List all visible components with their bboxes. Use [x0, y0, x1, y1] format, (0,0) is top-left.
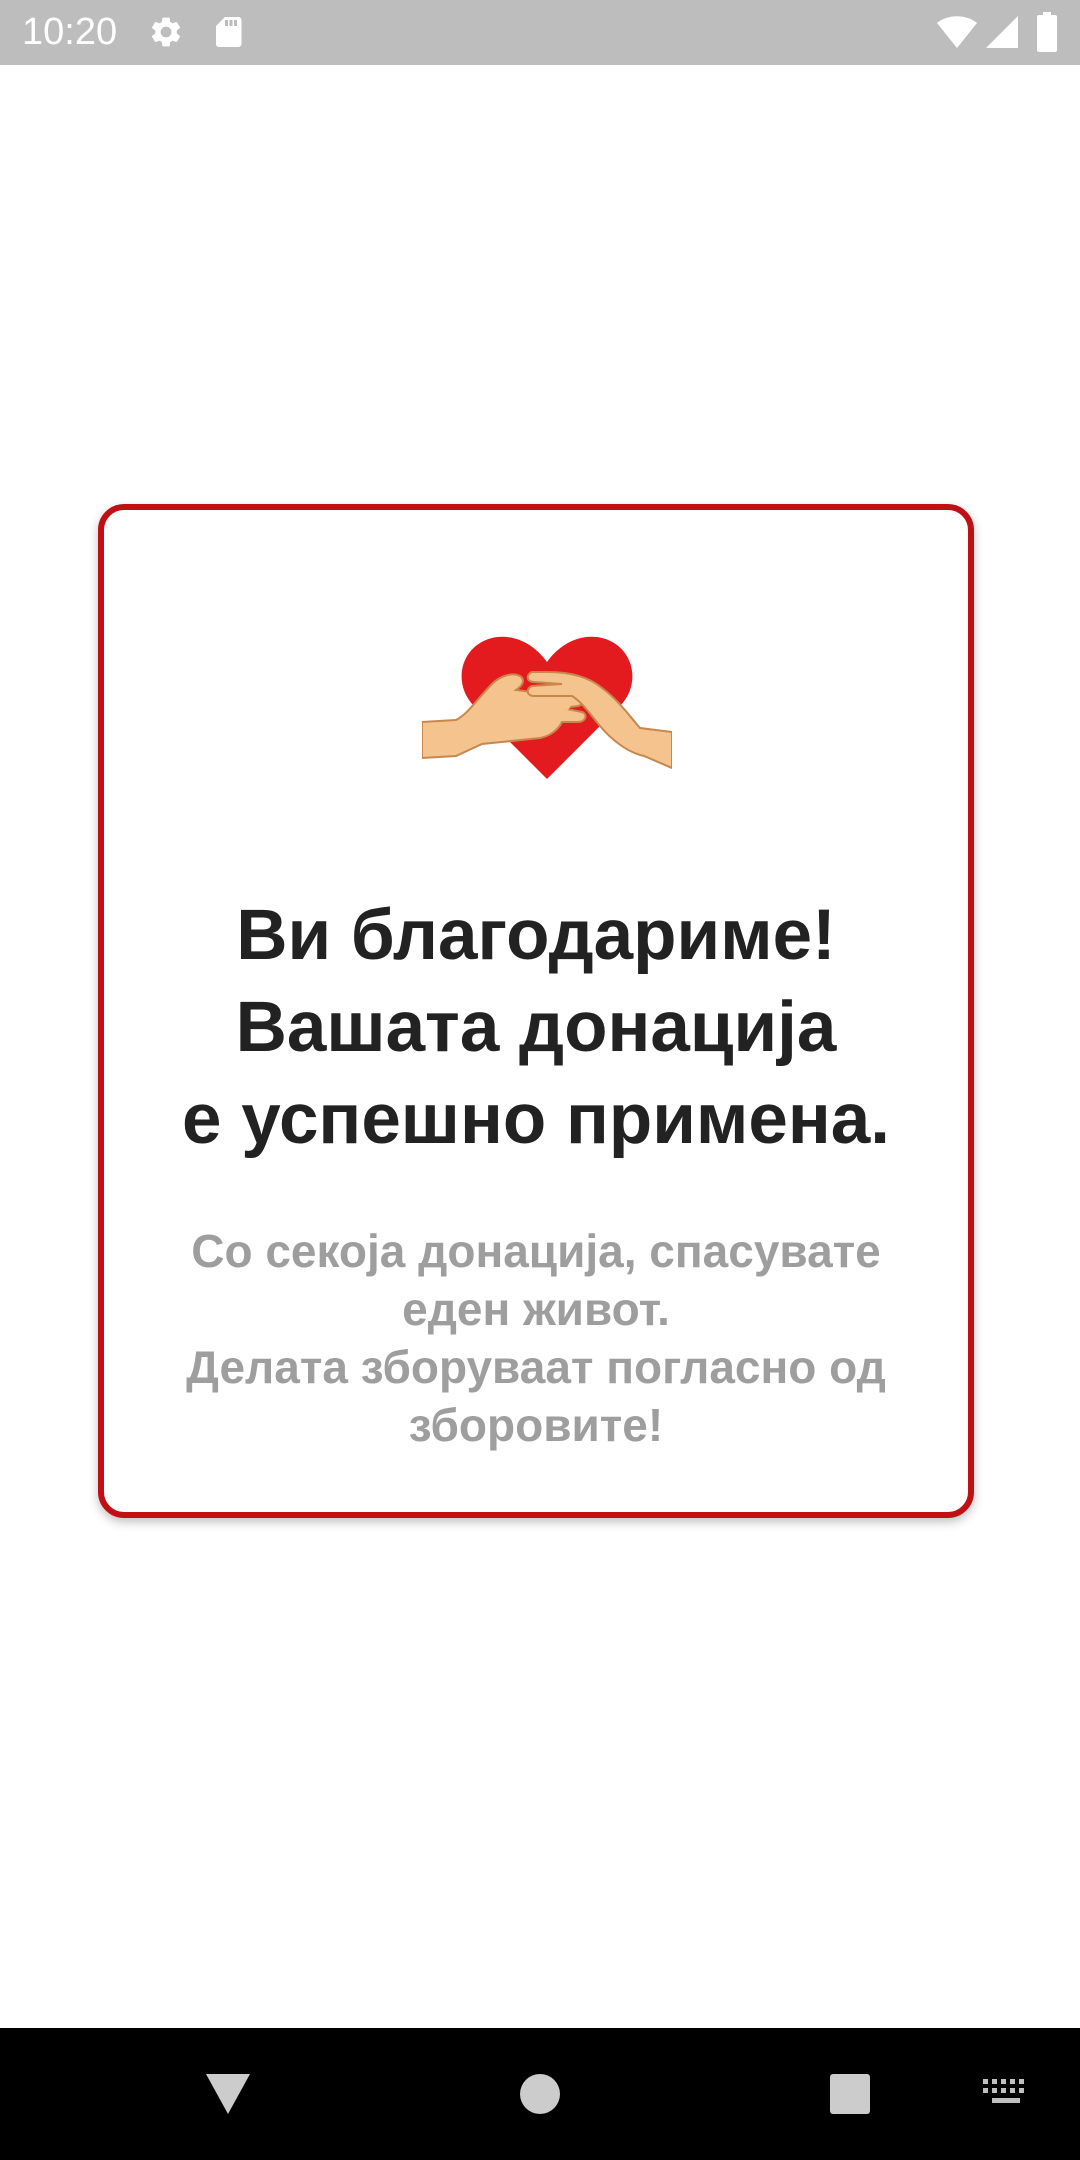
subtitle-line: зборовите!: [408, 1399, 664, 1451]
back-button[interactable]: [168, 2028, 288, 2160]
donation-success-card: Ви благодариме! Вашата донација е успешн…: [98, 504, 974, 1518]
title-line: е успешно примена.: [182, 1080, 890, 1159]
signal-icon: [984, 14, 1020, 55]
status-bar: 10:20: [0, 0, 1080, 65]
title-line: Ви благодариме!: [236, 896, 836, 975]
back-icon: [206, 2074, 250, 2114]
title-line: Вашата донација: [235, 988, 837, 1067]
keyboard-button[interactable]: [946, 2028, 1066, 2160]
gear-icon: [148, 14, 184, 55]
thank-you-subtitle: Со секоја донација, спасувате еден живот…: [104, 1222, 968, 1454]
home-button[interactable]: [480, 2028, 600, 2160]
subtitle-line: Со секоја донација, спасувате: [191, 1225, 881, 1277]
home-icon: [520, 2074, 560, 2114]
subtitle-line: еден живот.: [402, 1283, 670, 1335]
status-time: 10:20: [22, 11, 118, 53]
wifi-icon: [936, 14, 978, 55]
keyboard-icon: [983, 2079, 1024, 2103]
navigation-bar: [0, 2028, 1080, 2160]
sd-card-icon: [212, 14, 244, 55]
battery-icon: [1036, 12, 1058, 57]
heart-hands-icon: [421, 634, 673, 784]
recents-button[interactable]: [790, 2028, 910, 2160]
thank-you-title: Ви благодариме! Вашата донација е успешн…: [104, 890, 968, 1166]
subtitle-line: Делата зборуваат погласно од: [186, 1341, 886, 1393]
recents-icon: [830, 2074, 870, 2114]
